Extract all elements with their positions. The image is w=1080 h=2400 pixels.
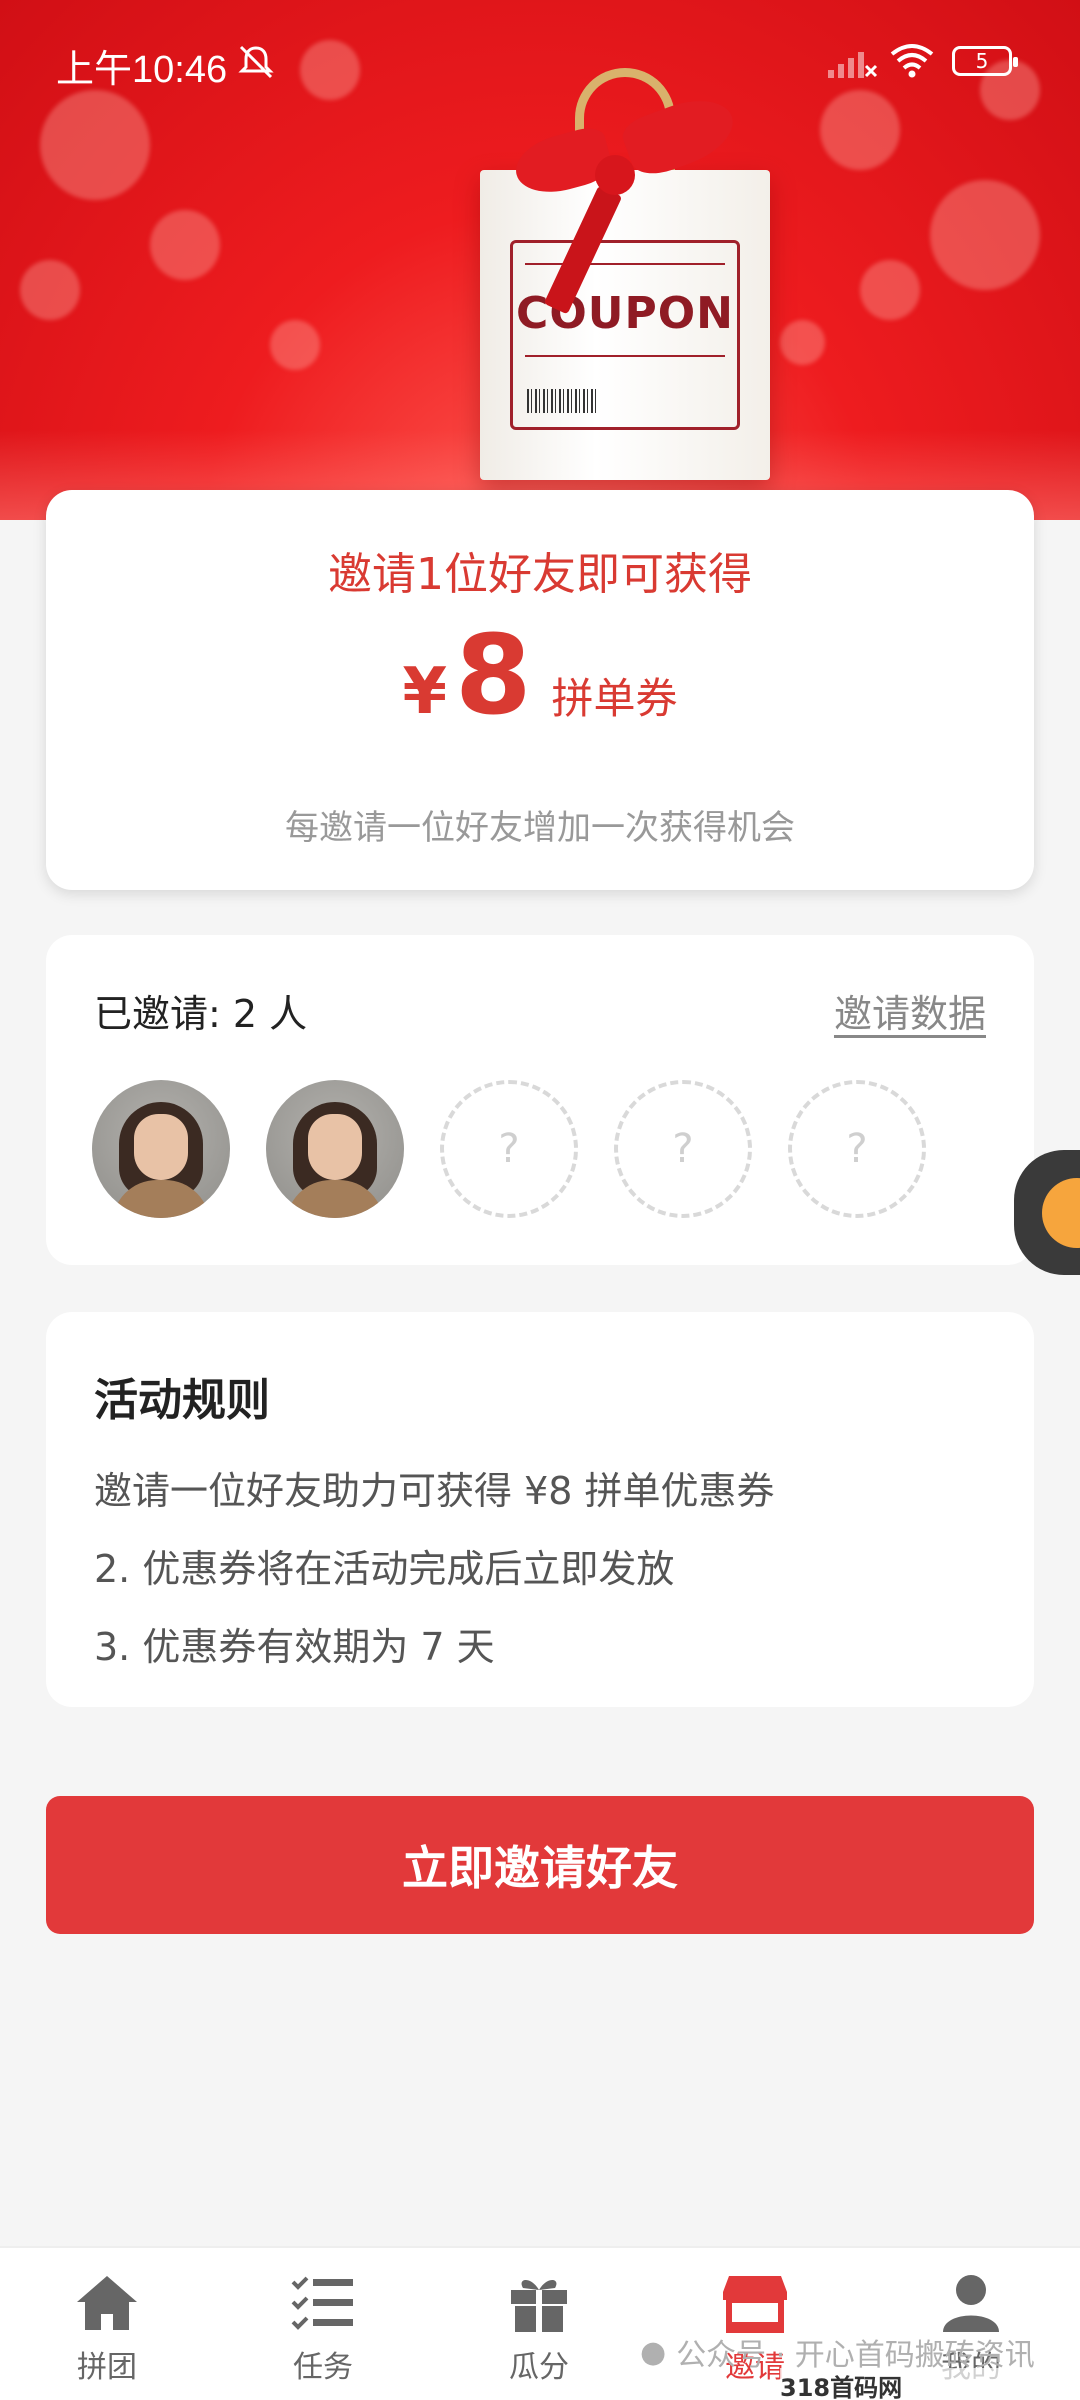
empty-invite-slot[interactable]: ? [614, 1080, 752, 1218]
invite-page: COUPON 上午10:46 5 邀请1位好友即可获得 ¥ 8 拼单券 每邀请一… [0, 0, 1080, 2400]
reward-subtitle: 每邀请一位好友增加一次获得机会 [285, 808, 795, 848]
avatar [266, 1080, 404, 1218]
site-watermark: 318首码网 www.e318.com [780, 2368, 1080, 2400]
nav-item-group-buy[interactable]: 拼团 [32, 2270, 182, 2386]
status-time: 上午10:46 [56, 49, 228, 91]
rules-card: 活动规则 邀请一位好友助力可获得 ¥8 拼单优惠券 2. 优惠券将在活动完成后立… [46, 1312, 1034, 1707]
nav-item-tasks[interactable]: 任务 [248, 2270, 398, 2386]
reward-value: 8 [454, 611, 532, 739]
wifi-icon [890, 44, 934, 78]
user-icon [943, 2275, 999, 2332]
mute-icon [238, 45, 274, 79]
rule-item: 3. 优惠券有效期为 7 天 [94, 1625, 495, 1669]
rule-item: 2. 优惠券将在活动完成后立即发放 [94, 1547, 675, 1591]
coupon-bag-image: COUPON [480, 60, 770, 480]
avatar [92, 1080, 230, 1218]
rules-list: 邀请一位好友助力可获得 ¥8 拼单优惠券 2. 优惠券将在活动完成后立即发放 3… [94, 1452, 775, 1686]
empty-invite-slot[interactable]: ? [440, 1080, 578, 1218]
nav-item-share[interactable]: 瓜分 [464, 2270, 614, 2386]
reward-amount: ¥ 8 拼单券 [46, 620, 1034, 730]
wechat-icon: ● [640, 2334, 667, 2370]
gift-icon [511, 2280, 567, 2332]
rules-title: 活动规则 [94, 1375, 270, 1426]
signal-icon [828, 52, 878, 78]
nav-label: 拼团 [77, 2350, 137, 2385]
status-bar: 上午10:46 5 [0, 0, 1080, 120]
reward-title: 邀请1位好友即可获得 [328, 549, 752, 600]
checklist-icon [291, 2276, 353, 2330]
invited-avatars: ? ? ? [92, 1080, 926, 1218]
nav-label: 瓜分 [509, 2350, 569, 2385]
floating-widget-icon [1042, 1178, 1080, 1248]
rule-item: 邀请一位好友助力可获得 ¥8 拼单优惠券 [94, 1469, 775, 1513]
invited-card: 已邀请: 2 人 邀请数据 ? ? ? [46, 935, 1034, 1265]
home-icon [77, 2276, 137, 2330]
reward-currency: ¥ [402, 655, 447, 729]
invite-friends-button[interactable]: 立即邀请好友 [46, 1796, 1034, 1934]
invited-count: 已邀请: 2 人 [94, 992, 308, 1036]
reward-card: 邀请1位好友即可获得 ¥ 8 拼单券 每邀请一位好友增加一次获得机会 [46, 490, 1034, 890]
battery-icon: 5 [952, 46, 1018, 76]
invite-data-link[interactable]: 邀请数据 [834, 983, 986, 1038]
shop-icon [723, 2276, 787, 2333]
nav-label: 任务 [293, 2350, 353, 2385]
reward-unit: 拼单券 [551, 674, 678, 723]
empty-invite-slot[interactable]: ? [788, 1080, 926, 1218]
